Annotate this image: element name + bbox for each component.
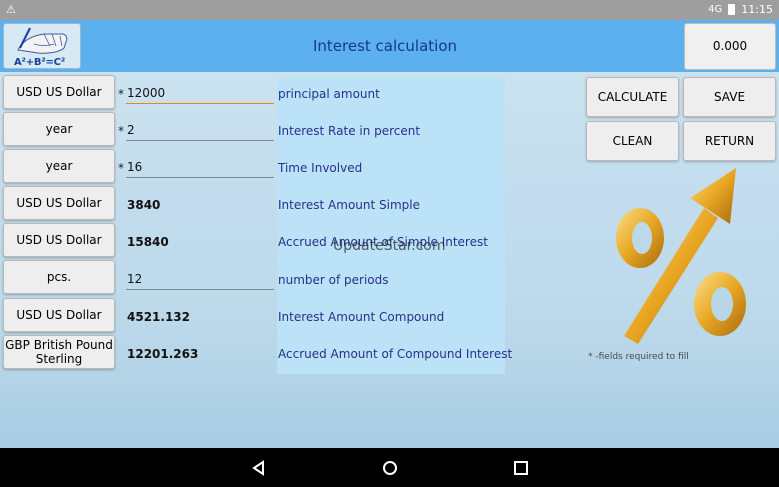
required-marker: * bbox=[118, 161, 124, 175]
accrued-simple-value: 15840 bbox=[127, 235, 169, 249]
accrued-compound-label: Accrued Amount of Compound Interest bbox=[278, 347, 513, 361]
clean-button[interactable]: CLEAN bbox=[586, 121, 679, 161]
unit-button-principal[interactable]: USD US Dollar bbox=[3, 75, 115, 109]
app-header: A²+B²=C² Interest calculation 0.000 bbox=[0, 20, 779, 72]
unit-button-periods[interactable]: pcs. bbox=[3, 260, 115, 294]
interest-simple-value: 3840 bbox=[127, 198, 161, 212]
navigation-bar bbox=[0, 448, 779, 487]
labels-panel bbox=[277, 77, 505, 374]
required-marker: * bbox=[118, 87, 124, 101]
time-input[interactable]: 16 bbox=[126, 158, 274, 178]
calculate-button[interactable]: CALCULATE bbox=[586, 77, 679, 117]
periods-input[interactable]: 12 bbox=[126, 270, 274, 290]
unit-button-rate[interactable]: year bbox=[3, 112, 115, 146]
signal-indicator: 4G bbox=[708, 4, 723, 15]
battery-icon bbox=[728, 4, 736, 15]
unit-button-interest-simple[interactable]: USD US Dollar bbox=[3, 186, 115, 220]
status-right: 4G 11:15 bbox=[708, 3, 773, 16]
back-triangle-icon[interactable] bbox=[249, 458, 269, 478]
result-display[interactable]: 0.000 bbox=[684, 23, 776, 70]
principal-label: principal amount bbox=[278, 87, 380, 101]
required-marker: * bbox=[118, 124, 124, 138]
watermark: UpdateStar.com bbox=[333, 238, 446, 254]
page-title: Interest calculation bbox=[312, 37, 458, 55]
save-button[interactable]: SAVE bbox=[683, 77, 776, 117]
interest-simple-label: Interest Amount Simple bbox=[278, 198, 421, 212]
status-bar: ⚠ 4G 11:15 bbox=[0, 0, 779, 20]
logo-formula: A²+B²=C² bbox=[14, 57, 65, 68]
recents-square-icon[interactable] bbox=[511, 458, 531, 478]
time-label: Time Involved bbox=[278, 161, 363, 175]
unit-button-accrued-simple[interactable]: USD US Dollar bbox=[3, 223, 115, 257]
app-content: A²+B²=C² Interest calculation 0.000 USD … bbox=[0, 20, 779, 448]
unit-button-time[interactable]: year bbox=[3, 149, 115, 183]
clock: 11:15 bbox=[741, 3, 773, 16]
periods-label: number of periods bbox=[278, 273, 389, 287]
principal-input[interactable]: 12000 bbox=[126, 84, 274, 104]
rate-input[interactable]: 2 bbox=[126, 121, 274, 141]
warning-icon: ⚠ bbox=[6, 3, 16, 16]
unit-button-interest-compound[interactable]: USD US Dollar bbox=[3, 298, 115, 332]
percent-growth-arrow-icon bbox=[616, 168, 746, 344]
required-note: * -fields required to fill bbox=[588, 352, 689, 362]
accrued-compound-value: 12201.263 bbox=[127, 347, 199, 361]
interest-compound-value: 4521.132 bbox=[127, 310, 191, 324]
unit-button-accrued-compound[interactable]: GBP British Pound Sterling bbox=[3, 335, 115, 369]
home-circle-icon[interactable] bbox=[380, 458, 400, 478]
return-button[interactable]: RETURN bbox=[683, 121, 776, 161]
interest-compound-label: Interest Amount Compound bbox=[278, 310, 445, 324]
rate-label: Interest Rate in percent bbox=[278, 124, 421, 138]
